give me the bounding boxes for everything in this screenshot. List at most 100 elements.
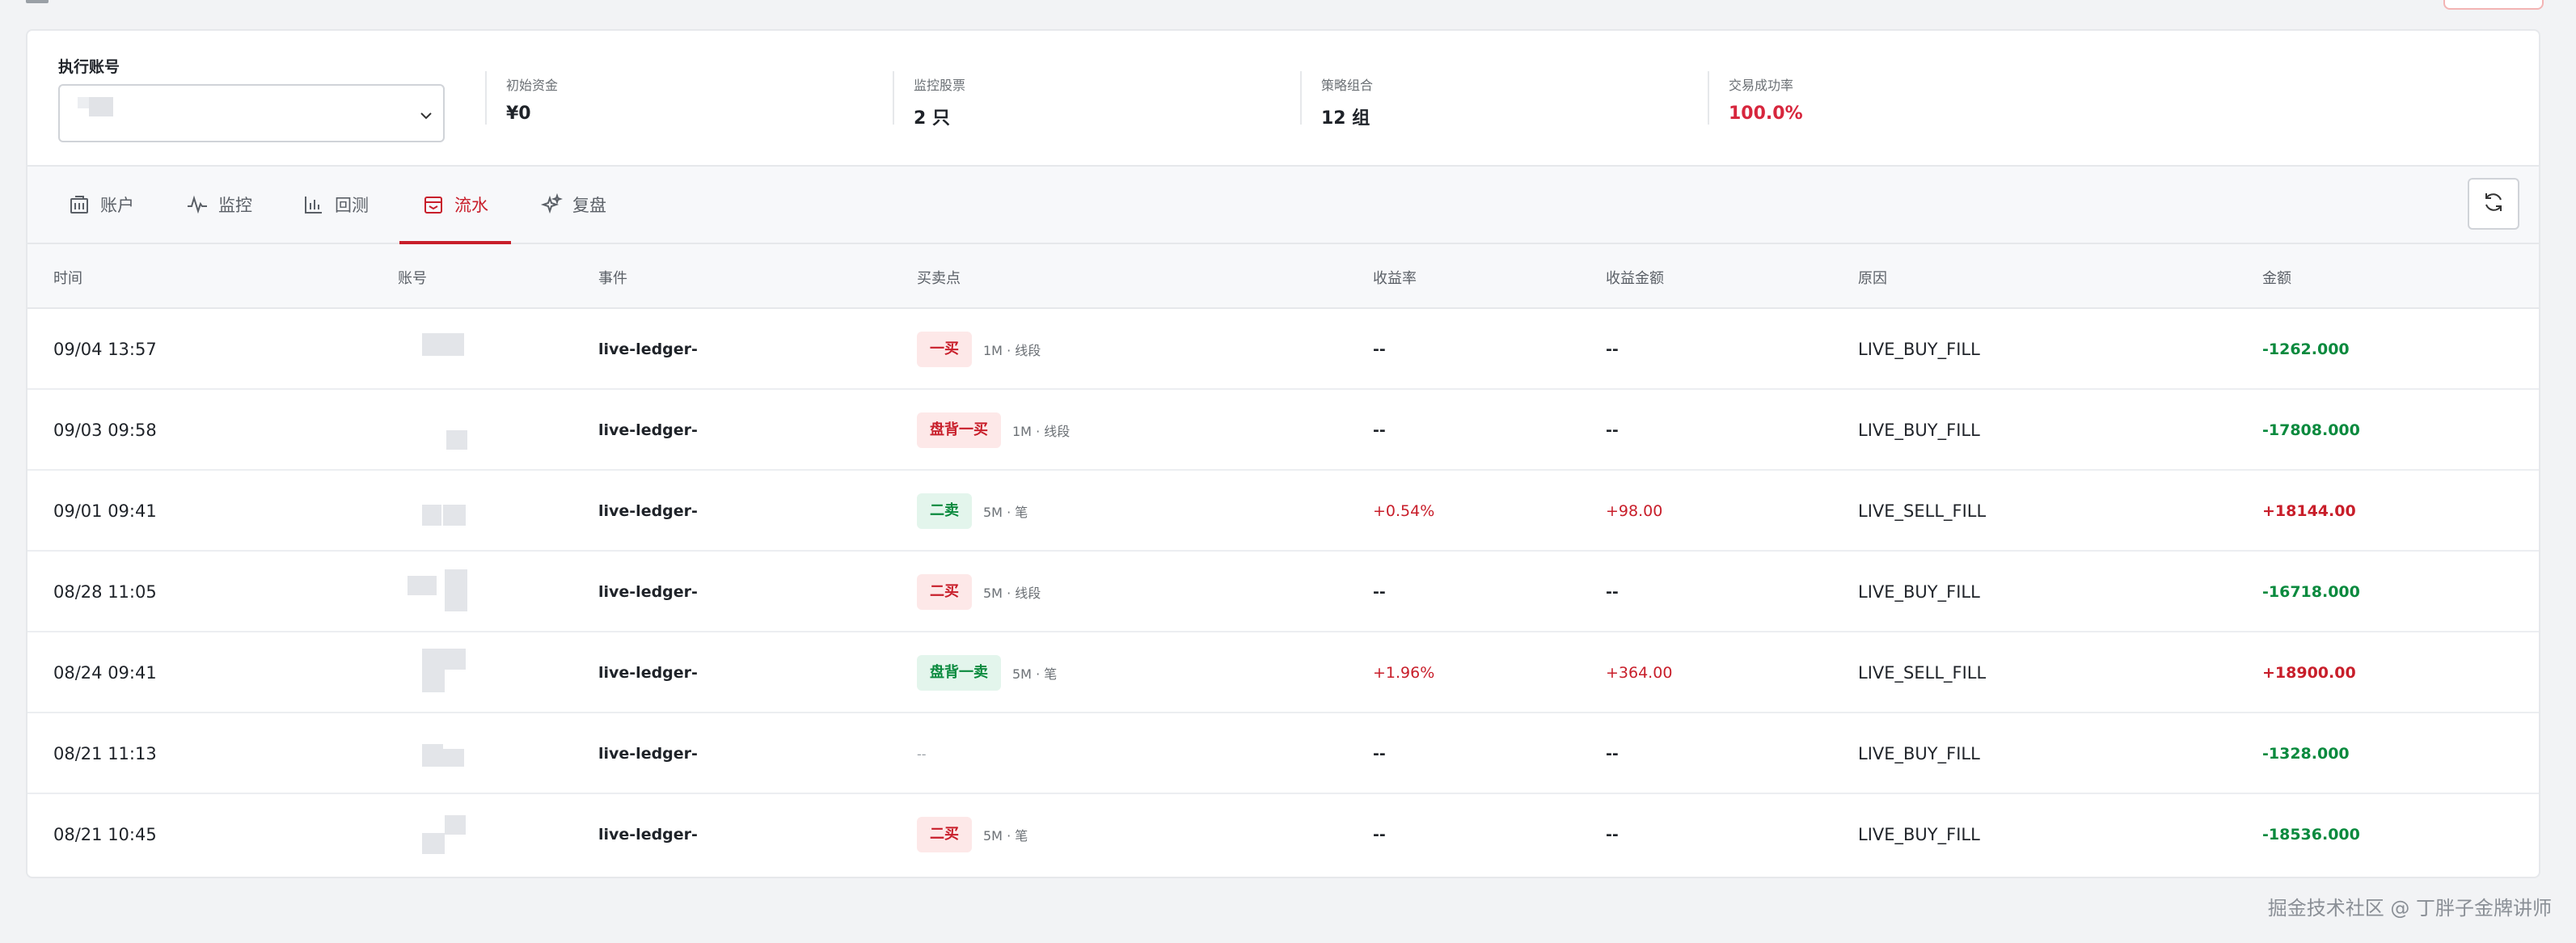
account-summary-card: 执行账号 初始资金 ¥0 监控股票 2 只 策略组合 12 组 交易成功率 10… [26,29,2540,167]
signal-meta: 1M · 线段 [983,343,1041,358]
cell-time: 08/21 10:45 [53,825,157,844]
column-header-amount: 金额 [2262,270,2291,287]
stat-strategy-groups: 策略组合 12 组 [1300,71,1373,129]
account-masked [398,487,466,535]
cell-rate: -- [1373,583,1386,601]
tab-review[interactable]: 复盘 [540,167,606,243]
stat-value: 100.0% [1729,104,1803,124]
stat-monitored-stocks: 监控股票 2 只 [893,71,966,129]
header-remnant [26,0,49,3]
cell-event: live-ledger- [598,340,698,358]
cell-reason: LIVE_BUY_FILL [1858,825,1980,844]
signal-meta: 5M · 笔 [1012,666,1058,682]
stat-label: 初始资金 [506,78,559,93]
cell-signal: 二买 5M · 笔 [917,794,1028,875]
signal-badge: 盘背一买 [917,412,1001,448]
pulse-icon [186,193,209,216]
cell-rate: +0.54% [1373,502,1435,520]
cell-event: live-ledger- [598,664,698,682]
stat-value: 12 组 [1321,108,1370,129]
signal-meta: 5M · 笔 [983,828,1028,844]
account-masked [398,729,464,778]
column-header-reason: 原因 [1858,270,1887,287]
cell-event: live-ledger- [598,826,698,844]
signal-meta: 1M · 线段 [1012,424,1071,439]
table-row[interactable]: 09/01 09:41 live-ledger- 二卖 5M · 笔 +0.54% +98… [27,471,2539,552]
table-row[interactable]: 08/21 10:45 live-ledger- 二买 5M · 笔 -- -- LIVE_… [27,794,2539,875]
cell-signal: -- [917,713,927,794]
cell-profit: +98.00 [1606,502,1663,520]
cell-profit: -- [1606,745,1619,763]
refresh-button[interactable] [2468,178,2519,230]
cell-signal: 盘背一买 1M · 线段 [917,390,1070,471]
chevron-down-icon [417,107,435,125]
table-row[interactable]: 08/28 11:05 live-ledger- 二买 5M · 线段 -- -- LIVE… [27,552,2539,632]
column-header-rate: 收益率 [1373,270,1417,287]
cell-reason: LIVE_SELL_FILL [1858,663,1987,683]
tab-label: 监控 [218,196,252,215]
cell-account-masked [398,390,467,471]
table-row[interactable]: 09/03 09:58 live-ledger- 盘背一买 1M · 线段 -- -- LI… [27,390,2539,471]
cell-amount: -1262.000 [2262,340,2350,358]
tab-label: 账户 [100,196,134,215]
column-header-profit: 收益金额 [1606,270,1664,287]
header-action-button[interactable] [2443,0,2544,10]
column-header-signal: 买卖点 [917,270,961,287]
table-header: 时间 账号 事件 买卖点 收益率 收益金额 原因 金额 [27,244,2539,309]
cell-profit: -- [1606,583,1619,601]
cell-signal: 二卖 5M · 笔 [917,471,1028,552]
stat-label: 监控股票 [914,78,966,93]
cell-event: live-ledger- [598,502,698,520]
cell-rate: -- [1373,826,1386,844]
cell-signal: 盘背一卖 5M · 笔 [917,632,1057,713]
cell-rate: -- [1373,745,1386,763]
table-row[interactable]: 08/21 11:13 live-ledger- -- -- -- LIVE_BUY_FI… [27,713,2539,794]
signal-meta: -- [917,746,927,762]
cell-amount: -1328.000 [2262,745,2350,763]
cell-time: 08/28 11:05 [53,582,157,602]
tabs-bar: 账户 监控 回测 流水 复盘 [26,167,2540,244]
cell-account-masked [398,632,466,713]
account-masked [398,568,467,616]
table-row[interactable]: 09/04 13:57 live-ledger- 一买 1M · 线段 -- -- LIVE… [27,309,2539,390]
cell-profit: -- [1606,421,1619,439]
tab-ledger[interactable]: 流水 [399,167,511,244]
cell-amount: -17808.000 [2262,421,2360,439]
table-row[interactable]: 08/24 09:41 live-ledger- 盘背一卖 5M · 笔 +1.96% +… [27,632,2539,713]
signal-badge: 二卖 [917,493,972,529]
cell-time: 09/01 09:41 [53,501,157,521]
ledger-table: 时间 账号 事件 买卖点 收益率 收益金额 原因 金额 09/04 13:57 l… [26,244,2540,878]
bar-chart-icon [302,193,325,216]
tab-monitor[interactable]: 监控 [186,167,252,243]
cell-rate: -- [1373,421,1386,439]
stat-label: 交易成功率 [1729,78,1794,93]
cell-reason: LIVE_BUY_FILL [1858,340,1980,359]
cell-time: 08/21 11:13 [53,744,157,763]
cell-amount: +18900.00 [2262,664,2356,682]
tab-label: 回测 [335,196,369,215]
account-select[interactable] [58,84,445,142]
stat-success-rate: 交易成功率 100.0% [1708,71,1803,125]
cell-reason: LIVE_BUY_FILL [1858,744,1980,763]
cell-time: 08/24 09:41 [53,663,157,683]
signal-badge: 二买 [917,574,972,610]
cell-profit: -- [1606,826,1619,844]
cell-rate: -- [1373,340,1386,358]
signal-badge: 一买 [917,332,972,367]
cell-account-masked [398,471,466,552]
cell-account-masked [398,794,466,875]
signal-badge: 盘背一卖 [917,655,1001,691]
cell-event: live-ledger- [598,421,698,439]
signal-badge: 二买 [917,817,972,852]
cell-event: live-ledger- [598,745,698,763]
tab-account[interactable]: 账户 [68,167,134,243]
building-icon [68,193,91,216]
cell-amount: -18536.000 [2262,826,2360,844]
cell-amount: -16718.000 [2262,583,2360,601]
stat-value: 2 只 [914,108,950,129]
stat-value: ¥0 [506,104,531,124]
account-masked [398,325,464,374]
tab-backtest[interactable]: 回测 [302,167,369,243]
cell-rate: +1.96% [1373,664,1435,682]
refresh-icon [2481,190,2506,218]
